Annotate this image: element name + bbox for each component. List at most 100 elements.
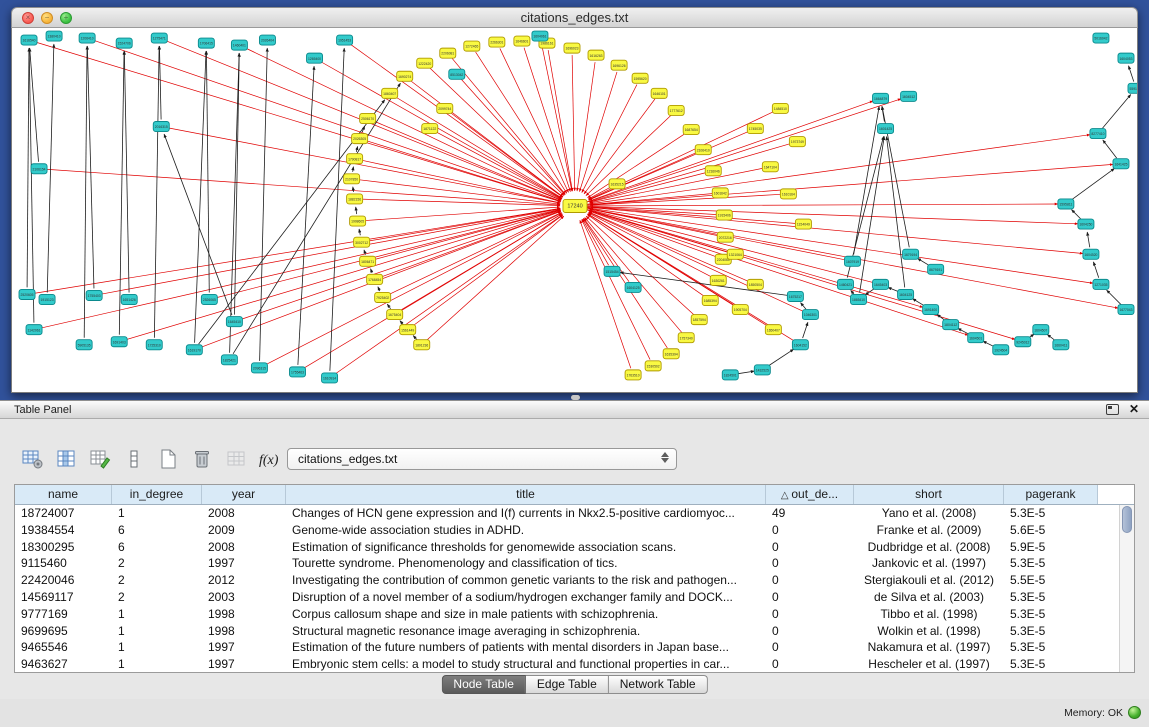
network-node[interactable]: 1725310 (146, 340, 162, 350)
network-node[interactable]: 2026305 (352, 134, 368, 144)
cell-title[interactable]: Disruption of a novel member of a sodium… (286, 589, 766, 606)
network-node[interactable]: 2107850 (344, 174, 360, 184)
cell-name[interactable]: 18300295 (15, 539, 112, 556)
cell-in_degree[interactable]: 2 (112, 589, 202, 606)
cell-short[interactable]: de Silva et al. (2003) (854, 589, 1004, 606)
network-node[interactable]: 1641425 (1113, 159, 1129, 169)
network-edge[interactable] (27, 48, 29, 287)
network-node[interactable]: 1646101 (651, 88, 667, 98)
cell-title[interactable]: Investigating the contribution of common… (286, 572, 766, 589)
network-node[interactable]: 1650407 (765, 325, 781, 335)
cell-pagerank[interactable]: 5.3E-5 (1004, 505, 1098, 522)
network-hub-node[interactable]: 17240 (563, 199, 587, 212)
network-node[interactable]: 1604152 (792, 340, 808, 350)
network-node[interactable]: 1755463 (289, 367, 305, 377)
network-node[interactable]: 1604507 (1033, 325, 1049, 335)
network-node[interactable]: 7925402 (375, 292, 391, 302)
cell-in_degree[interactable]: 6 (112, 539, 202, 556)
network-node[interactable]: 1824501 (722, 370, 738, 380)
table-row[interactable]: 946362711997Embryonic stem cells: a mode… (15, 656, 1119, 672)
network-node[interactable]: 1530502 (645, 361, 661, 371)
cell-pagerank[interactable]: 5.6E-5 (1004, 522, 1098, 539)
cell-in_degree[interactable]: 1 (112, 606, 202, 623)
network-edge[interactable] (400, 321, 403, 325)
network-node[interactable]: 1601425 (878, 124, 894, 134)
network-node[interactable]: 1857594 (691, 315, 707, 325)
table-row[interactable]: 946554611997Estimation of the future num… (15, 639, 1119, 656)
network-node[interactable]: 1432525 (754, 365, 770, 375)
network-node[interactable]: 1679194 (903, 249, 919, 259)
network-node[interactable]: 1595811 (1058, 199, 1074, 209)
network-node[interactable]: 1860407 (382, 88, 398, 98)
cell-out_de[interactable]: 0 (766, 606, 854, 623)
cell-name[interactable]: 9115460 (15, 555, 112, 572)
network-table-selector[interactable]: citations_edges.txt (287, 448, 677, 470)
cell-short[interactable]: Jankovic et al. (1997) (854, 555, 1004, 572)
network-edge[interactable] (206, 51, 209, 292)
cell-year[interactable]: 2012 (202, 572, 286, 589)
network-node[interactable]: 1768454 (367, 274, 383, 284)
cell-year[interactable]: 2003 (202, 589, 286, 606)
network-edge[interactable] (430, 68, 564, 196)
network-edge[interactable] (371, 269, 373, 273)
network-edge[interactable] (582, 204, 1058, 206)
cell-in_degree[interactable]: 2 (112, 572, 202, 589)
network-edge[interactable] (353, 187, 354, 192)
network-edge[interactable] (476, 52, 567, 193)
network-node[interactable]: 1706415 (198, 38, 214, 48)
network-edge[interactable] (330, 48, 344, 371)
network-edge[interactable] (356, 146, 357, 151)
network-node[interactable]: 1616540 (21, 35, 37, 45)
network-node[interactable]: 1645410 (226, 317, 242, 327)
network-node[interactable]: 1924504 (993, 345, 1009, 355)
cell-out_de[interactable]: 0 (766, 639, 854, 656)
network-node[interactable]: 1275471 (151, 33, 167, 43)
network-node[interactable]: 1691403 (111, 337, 127, 347)
network-edge[interactable] (572, 55, 575, 191)
network-edge[interactable] (585, 217, 682, 332)
network-edge[interactable] (582, 219, 608, 265)
cell-pagerank[interactable]: 5.9E-5 (1004, 539, 1098, 556)
network-node[interactable]: 3002712 (354, 237, 370, 247)
network-node[interactable]: 1871122 (422, 124, 438, 134)
network-edge[interactable] (582, 164, 1113, 205)
network-edge[interactable] (362, 199, 560, 205)
network-node[interactable]: 1635215 (609, 179, 625, 189)
network-edge[interactable] (304, 214, 563, 369)
network-node[interactable]: 1647104 (762, 162, 778, 172)
cell-year[interactable]: 1998 (202, 606, 286, 623)
cell-title[interactable]: Changes of HCN gene expression and I(f) … (286, 505, 766, 522)
column-header-pagerank[interactable]: pagerank (1004, 485, 1098, 504)
column-header-name[interactable]: name (15, 485, 112, 504)
cell-year[interactable]: 1997 (202, 555, 286, 572)
network-node[interactable]: 1604520 (1083, 249, 1099, 259)
network-edge[interactable] (524, 48, 570, 192)
cell-short[interactable]: Nakamura et al. (1997) (854, 639, 1004, 656)
network-node[interactable]: 2206081 (440, 48, 456, 58)
network-edge[interactable] (582, 85, 637, 193)
table-row[interactable]: 1456911722003Disruption of a novel membe… (15, 589, 1119, 606)
delete-column-icon[interactable] (188, 445, 216, 473)
network-edge[interactable] (737, 371, 754, 374)
cell-pagerank[interactable]: 5.3E-5 (1004, 656, 1098, 672)
network-node[interactable]: 1905704 (732, 305, 748, 315)
network-edge[interactable] (124, 51, 129, 292)
network-edge[interactable] (1087, 232, 1090, 247)
network-node[interactable]: 1607919 (844, 256, 860, 266)
network-node[interactable]: 1515454 (604, 266, 620, 276)
network-node[interactable]: 8679191 (928, 264, 944, 274)
network-node[interactable]: 1745035 (747, 124, 763, 134)
network-node[interactable]: 1891236 (414, 340, 430, 350)
network-edge[interactable] (803, 322, 808, 338)
network-edge[interactable] (500, 48, 569, 192)
network-edge[interactable] (1102, 94, 1130, 128)
network-node[interactable]: 1757340 (678, 333, 694, 343)
network-node[interactable]: 8277410 (1090, 129, 1106, 139)
network-edge[interactable] (917, 258, 929, 265)
network-node[interactable]: 1604125 (898, 289, 914, 299)
network-window-titlebar[interactable]: × − + citations_edges.txt (11, 7, 1138, 28)
network-node[interactable]: 1046301 (802, 310, 818, 320)
network-node[interactable]: 2266301 (489, 37, 505, 47)
network-node[interactable]: 1915123 (39, 294, 55, 304)
network-node[interactable]: 1850504 (747, 279, 763, 289)
